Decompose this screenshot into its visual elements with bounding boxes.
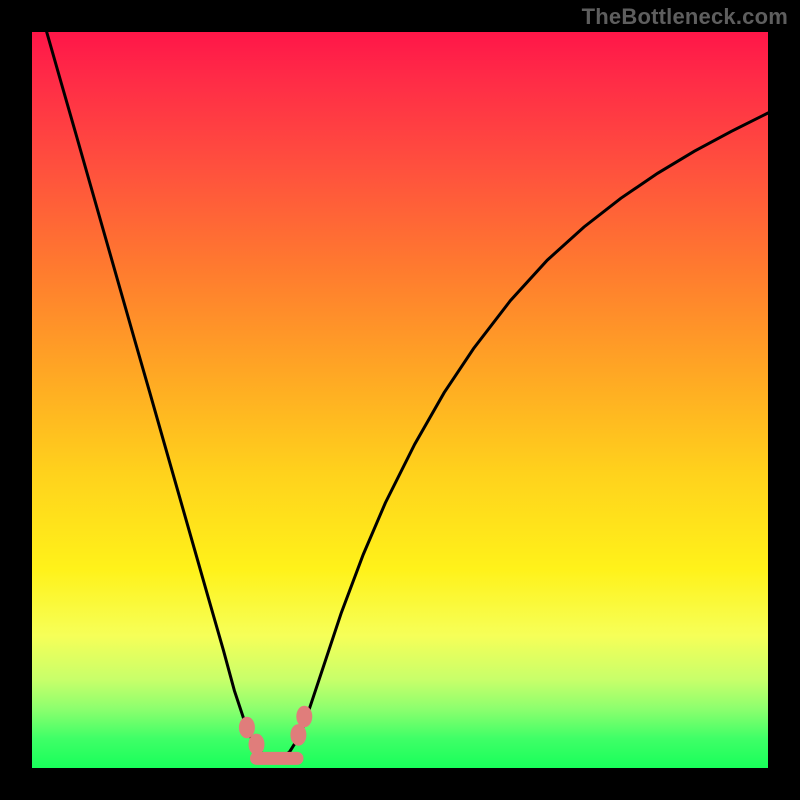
watermark-text: TheBottleneck.com	[582, 4, 788, 30]
marker-m3	[290, 724, 306, 746]
marker-m2	[249, 734, 265, 756]
chart-frame: TheBottleneck.com	[0, 0, 800, 800]
marker-m4	[296, 706, 312, 728]
bottleneck-curve	[47, 32, 768, 759]
plot-area	[32, 32, 768, 768]
curve-svg	[32, 32, 768, 768]
markers-group	[239, 706, 312, 756]
